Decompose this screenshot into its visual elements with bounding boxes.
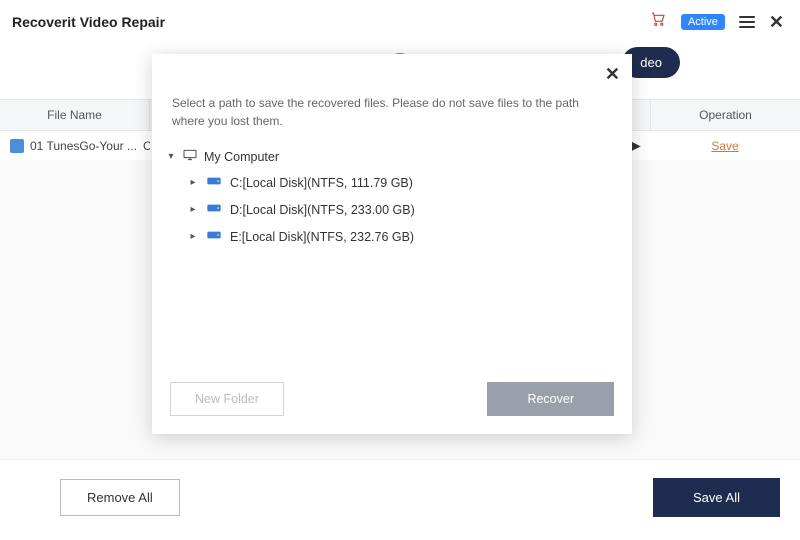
header-controls: Active ✕ (649, 10, 784, 33)
app-header: Recoverit Video Repair Active ✕ (0, 0, 800, 43)
menu-icon[interactable] (739, 16, 755, 28)
dialog-close-icon[interactable]: ✕ (605, 64, 620, 85)
tree-drive-item[interactable]: ▸ C:[Local Disk](NTFS, 111.79 GB) (166, 169, 618, 196)
column-file-name: File Name (0, 100, 150, 130)
play-icon[interactable]: ▶ (630, 137, 650, 154)
cart-icon[interactable] (649, 10, 667, 33)
remove-all-button[interactable]: Remove All (60, 479, 180, 516)
close-icon[interactable]: ✕ (769, 13, 784, 31)
file-name-text: 01 TunesGo-Your ... (30, 139, 137, 153)
drive-label: E:[Local Disk](NTFS, 232.76 GB) (230, 230, 414, 244)
chevron-down-icon[interactable]: ▾ (166, 151, 176, 162)
chevron-right-icon[interactable]: ▸ (188, 231, 198, 242)
chevron-right-icon[interactable]: ▸ (188, 204, 198, 215)
save-all-button[interactable]: Save All (653, 478, 780, 517)
tree-root-my-computer[interactable]: ▾ My Computer (166, 144, 618, 169)
disk-icon (206, 201, 222, 218)
disk-icon (206, 228, 222, 245)
recover-button[interactable]: Recover (487, 382, 614, 416)
file-cell: 01 TunesGo-Your ... C (0, 139, 150, 153)
app-title: Recoverit Video Repair (12, 14, 165, 30)
drive-label: C:[Local Disk](NTFS, 111.79 GB) (230, 176, 413, 190)
video-file-icon (10, 139, 24, 153)
file-name-tail: C (143, 139, 150, 153)
dialog-message: Select a path to save the recovered file… (152, 54, 632, 144)
tree-root-label: My Computer (204, 150, 279, 164)
column-operation: Operation (650, 100, 800, 130)
tree-drive-item[interactable]: ▸ D:[Local Disk](NTFS, 233.00 GB) (166, 196, 618, 223)
tree-drive-item[interactable]: ▸ E:[Local Disk](NTFS, 232.76 GB) (166, 223, 618, 250)
status-badge: Active (681, 14, 725, 30)
footer: Remove All Save All (0, 460, 800, 535)
computer-icon (182, 148, 198, 165)
drive-label: D:[Local Disk](NTFS, 233.00 GB) (230, 203, 415, 217)
save-path-dialog: ✕ Select a path to save the recovered fi… (152, 54, 632, 434)
save-link[interactable]: Save (711, 139, 738, 153)
chevron-right-icon[interactable]: ▸ (188, 177, 198, 188)
operation-cell: Save (650, 139, 800, 153)
new-folder-button[interactable]: New Folder (170, 382, 284, 416)
disk-icon (206, 174, 222, 191)
folder-tree: ▾ My Computer ▸ C:[Local Disk](NTFS, 111.… (152, 144, 632, 368)
dialog-footer: New Folder Recover (152, 368, 632, 434)
